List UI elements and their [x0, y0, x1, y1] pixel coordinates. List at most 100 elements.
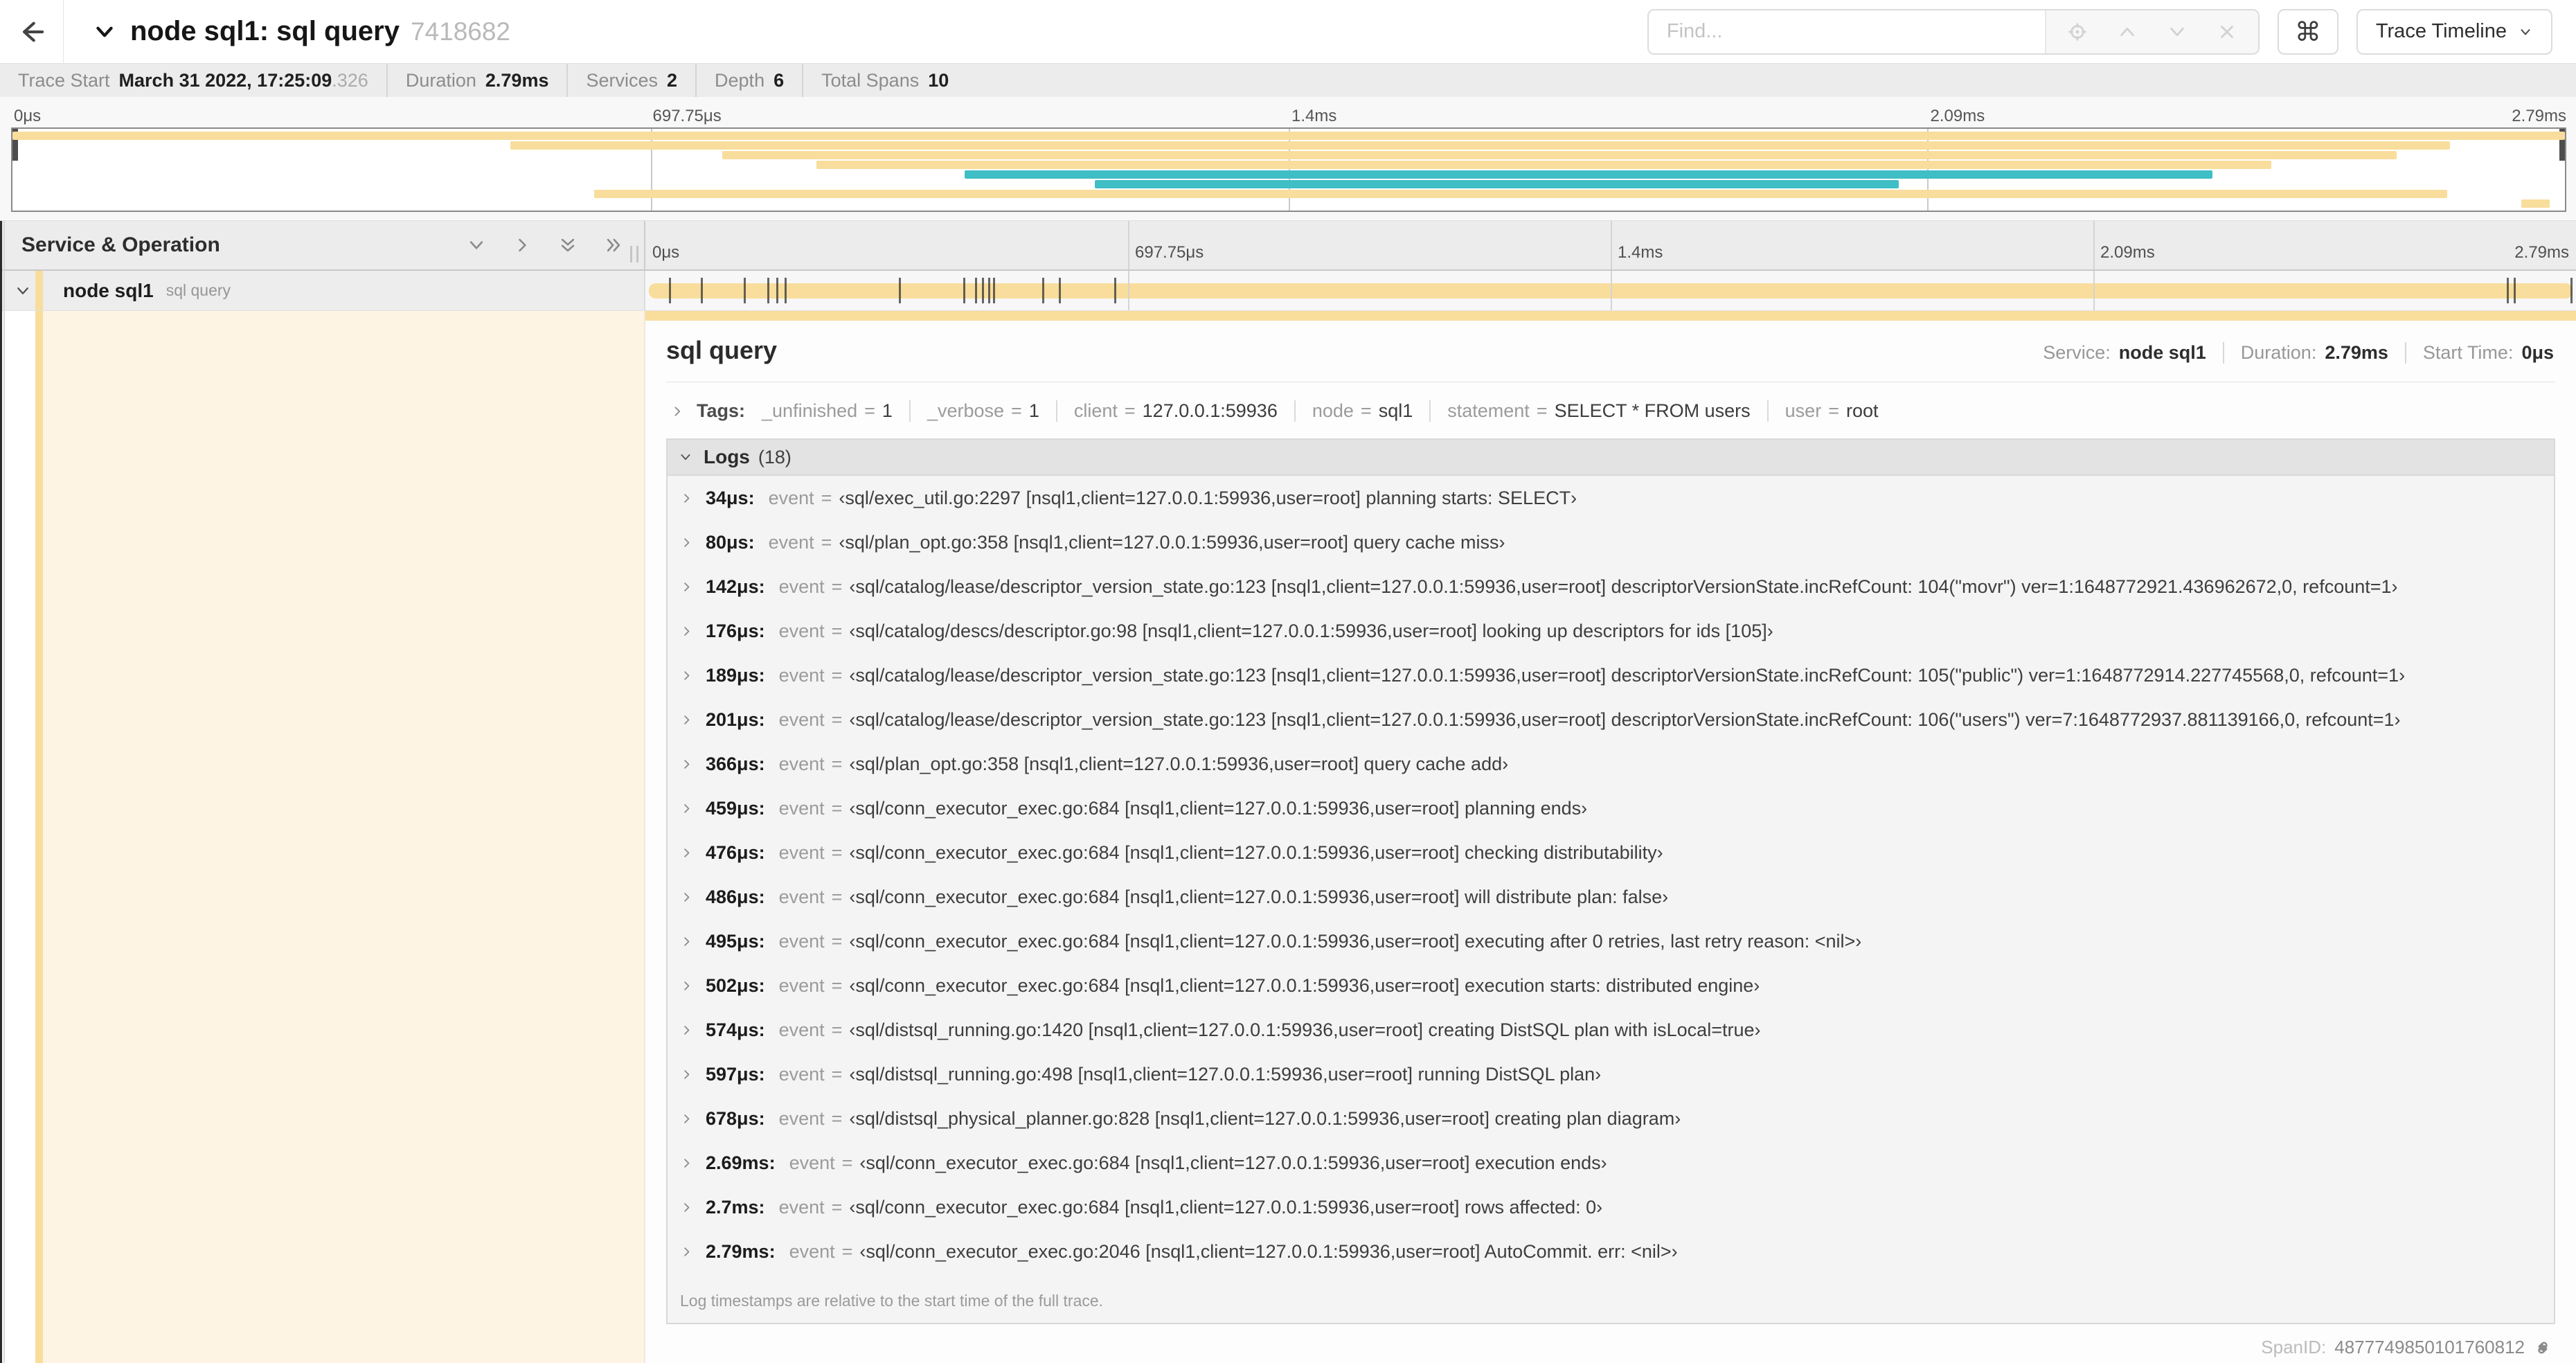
- log-timestamp: 80μs:: [706, 531, 755, 553]
- ruler-tick-label: 2.79ms: [2514, 243, 2569, 262]
- logs-expander-icon[interactable]: [679, 450, 692, 464]
- log-marker-tick: [767, 278, 769, 303]
- tag-item: _verbose = 1: [909, 400, 1056, 422]
- find-next-icon[interactable]: [2167, 21, 2188, 42]
- collapse-controls: [467, 235, 623, 255]
- trace-summary-item: Depth 6: [695, 64, 802, 97]
- log-entry[interactable]: 176μs: event = ‹sql/catalog/descs/descripto…: [668, 609, 2554, 653]
- expand-all-icon[interactable]: [558, 235, 578, 255]
- log-field-value: ‹sql/plan_opt.go:358 [nsql1,client=127.0…: [849, 753, 1509, 774]
- tag-key: node: [1312, 400, 1354, 421]
- minimap-span-bar: [816, 161, 2272, 169]
- log-field-value: ‹sql/catalog/lease/descriptor_version_st…: [849, 576, 2398, 597]
- log-marker-tick: [1114, 278, 1117, 303]
- tag-value: 127.0.0.1:59936: [1142, 400, 1278, 421]
- chevron-right-icon: [680, 1201, 693, 1214]
- service-operation-header: Service & Operation: [2, 221, 645, 269]
- log-entry[interactable]: 189μs: event = ‹sql/catalog/lease/descripto…: [668, 653, 2554, 697]
- trace-collapse-icon[interactable]: [93, 20, 116, 44]
- log-field-key: event: [768, 487, 814, 508]
- trace-summary-item: Duration 2.79ms: [386, 64, 567, 97]
- equals-sign: =: [841, 1240, 853, 1262]
- tags-list: _unfinished = 1 _verbose = 1 client = 127.0.0.1:…: [753, 400, 1895, 422]
- log-marker-tick: [1058, 278, 1061, 303]
- find-prev-icon[interactable]: [2117, 21, 2138, 42]
- find-clear-icon[interactable]: [2217, 21, 2237, 42]
- ruler-tick-label: 697.75μs: [1135, 243, 1204, 262]
- log-field-key: event: [778, 664, 825, 686]
- summary-label: Total Spans: [821, 70, 920, 91]
- log-marker-tick: [992, 278, 995, 303]
- expand-one-icon[interactable]: [467, 235, 486, 255]
- collapse-all-icon[interactable]: [604, 235, 623, 255]
- back-button[interactable]: [0, 0, 64, 63]
- log-timestamp: 2.69ms:: [706, 1152, 776, 1173]
- span-expander-icon[interactable]: [15, 283, 31, 299]
- chevron-right-icon: [680, 713, 693, 727]
- collapse-one-icon[interactable]: [512, 235, 532, 255]
- trace-view-selector[interactable]: Trace Timeline: [2356, 8, 2552, 55]
- log-field-value: ‹sql/conn_executor_exec.go:684 [nsql1,cl…: [849, 930, 1862, 952]
- tags-expander-icon[interactable]: [670, 404, 684, 418]
- log-entry[interactable]: 502μs: event = ‹sql/conn_executor_exec.go:6…: [668, 963, 2554, 1008]
- log-entry[interactable]: 486μs: event = ‹sql/conn_executor_exec.go:6…: [668, 875, 2554, 919]
- chevron-right-icon: [680, 669, 693, 682]
- log-entry[interactable]: 2.69ms: event = ‹sql/conn_executor_exec.go:…: [668, 1141, 2554, 1185]
- equals-sign: =: [831, 753, 843, 774]
- back-arrow-icon: [17, 17, 47, 47]
- log-entry[interactable]: 2.79ms: event = ‹sql/conn_executor_exec.go:…: [668, 1229, 2554, 1274]
- keyboard-shortcuts-button[interactable]: ⌘: [2277, 8, 2338, 55]
- span-name-column: node sql1 sql query: [2, 271, 645, 310]
- log-entry[interactable]: 678μs: event = ‹sql/distsql_physical_planne…: [668, 1096, 2554, 1141]
- span-operation-name: sql query: [166, 281, 231, 299]
- span-detail-row: sql query Service: node sql1 Duration: 2.79…: [2, 311, 2576, 1363]
- chevron-right-icon: [680, 580, 693, 594]
- span-row[interactable]: node sql1 sql query: [2, 271, 2576, 311]
- log-marker-tick: [743, 278, 746, 303]
- overview-item: Start Time: 0μs: [2404, 342, 2555, 364]
- log-field-key: event: [778, 797, 825, 819]
- minimap-canvas[interactable]: [11, 127, 2566, 212]
- log-timestamp: 495μs:: [706, 930, 765, 952]
- find-input[interactable]: [1648, 10, 2045, 53]
- log-field-key: event: [789, 1240, 835, 1262]
- log-marker-tick: [2570, 278, 2573, 303]
- log-entry[interactable]: 34μs: event = ‹sql/exec_util.go:2297 [nsql1…: [668, 476, 2554, 520]
- log-entry[interactable]: 201μs: event = ‹sql/catalog/lease/descripto…: [668, 697, 2554, 742]
- log-timestamp: 142μs:: [706, 576, 765, 597]
- tag-item: _unfinished = 1: [753, 400, 909, 422]
- equals-sign: =: [831, 930, 843, 952]
- minimap-tick-label: 2.79ms: [2512, 107, 2566, 125]
- detail-name-column: [2, 311, 645, 1363]
- equals-sign: =: [841, 1152, 853, 1173]
- log-entry[interactable]: 574μs: event = ‹sql/distsql_running.go:1420…: [668, 1008, 2554, 1052]
- chevron-right-icon: [680, 758, 693, 771]
- log-entry[interactable]: 366μs: event = ‹sql/plan_opt.go:358 [nsql1,…: [668, 742, 2554, 786]
- log-entry[interactable]: 597μs: event = ‹sql/distsql_running.go:498 …: [668, 1052, 2554, 1096]
- log-entry[interactable]: 459μs: event = ‹sql/conn_executor_exec.go:6…: [668, 786, 2554, 830]
- log-field-value: ‹sql/catalog/lease/descriptor_version_st…: [849, 664, 2406, 686]
- logs-header[interactable]: Logs (18): [668, 440, 2554, 476]
- trace-view-label: Trace Timeline: [2375, 20, 2507, 42]
- equals-sign: =: [1360, 400, 1372, 421]
- log-entry[interactable]: 142μs: event = ‹sql/catalog/lease/descripto…: [668, 564, 2554, 609]
- logs-box: Logs (18) 34μs: event = ‹sql/exec_util.go:2…: [666, 438, 2555, 1324]
- locate-icon[interactable]: [2067, 21, 2088, 42]
- equals-sign: =: [831, 1196, 843, 1218]
- equals-sign: =: [831, 1063, 843, 1085]
- log-entry[interactable]: 80μs: event = ‹sql/plan_opt.go:358 [nsql1,c…: [668, 520, 2554, 564]
- log-entry[interactable]: 476μs: event = ‹sql/conn_executor_exec.go:6…: [668, 830, 2554, 875]
- log-field-value: ‹sql/conn_executor_exec.go:684 [nsql1,cl…: [849, 1196, 1603, 1218]
- trace-id: 7418682: [410, 17, 511, 46]
- trace-summary-bar: Trace Start March 31 2022, 17:25:09.326 Du…: [0, 64, 2576, 97]
- log-entry[interactable]: 495μs: event = ‹sql/conn_executor_exec.go:6…: [668, 919, 2554, 963]
- tag-value: sql1: [1378, 400, 1413, 421]
- log-marker-tick: [701, 278, 703, 303]
- tags-label[interactable]: Tags:: [697, 400, 745, 422]
- column-resizer[interactable]: [630, 246, 638, 262]
- link-icon[interactable]: [2533, 1338, 2552, 1357]
- overview-value: node sql1: [2118, 342, 2206, 363]
- log-field-value: ‹sql/distsql_running.go:498 [nsql1,clien…: [849, 1063, 1602, 1085]
- detail-overview: Service: node sql1 Duration: 2.79ms Start Ti…: [2026, 342, 2555, 364]
- log-entry[interactable]: 2.7ms: event = ‹sql/conn_executor_exec.go:6…: [668, 1185, 2554, 1229]
